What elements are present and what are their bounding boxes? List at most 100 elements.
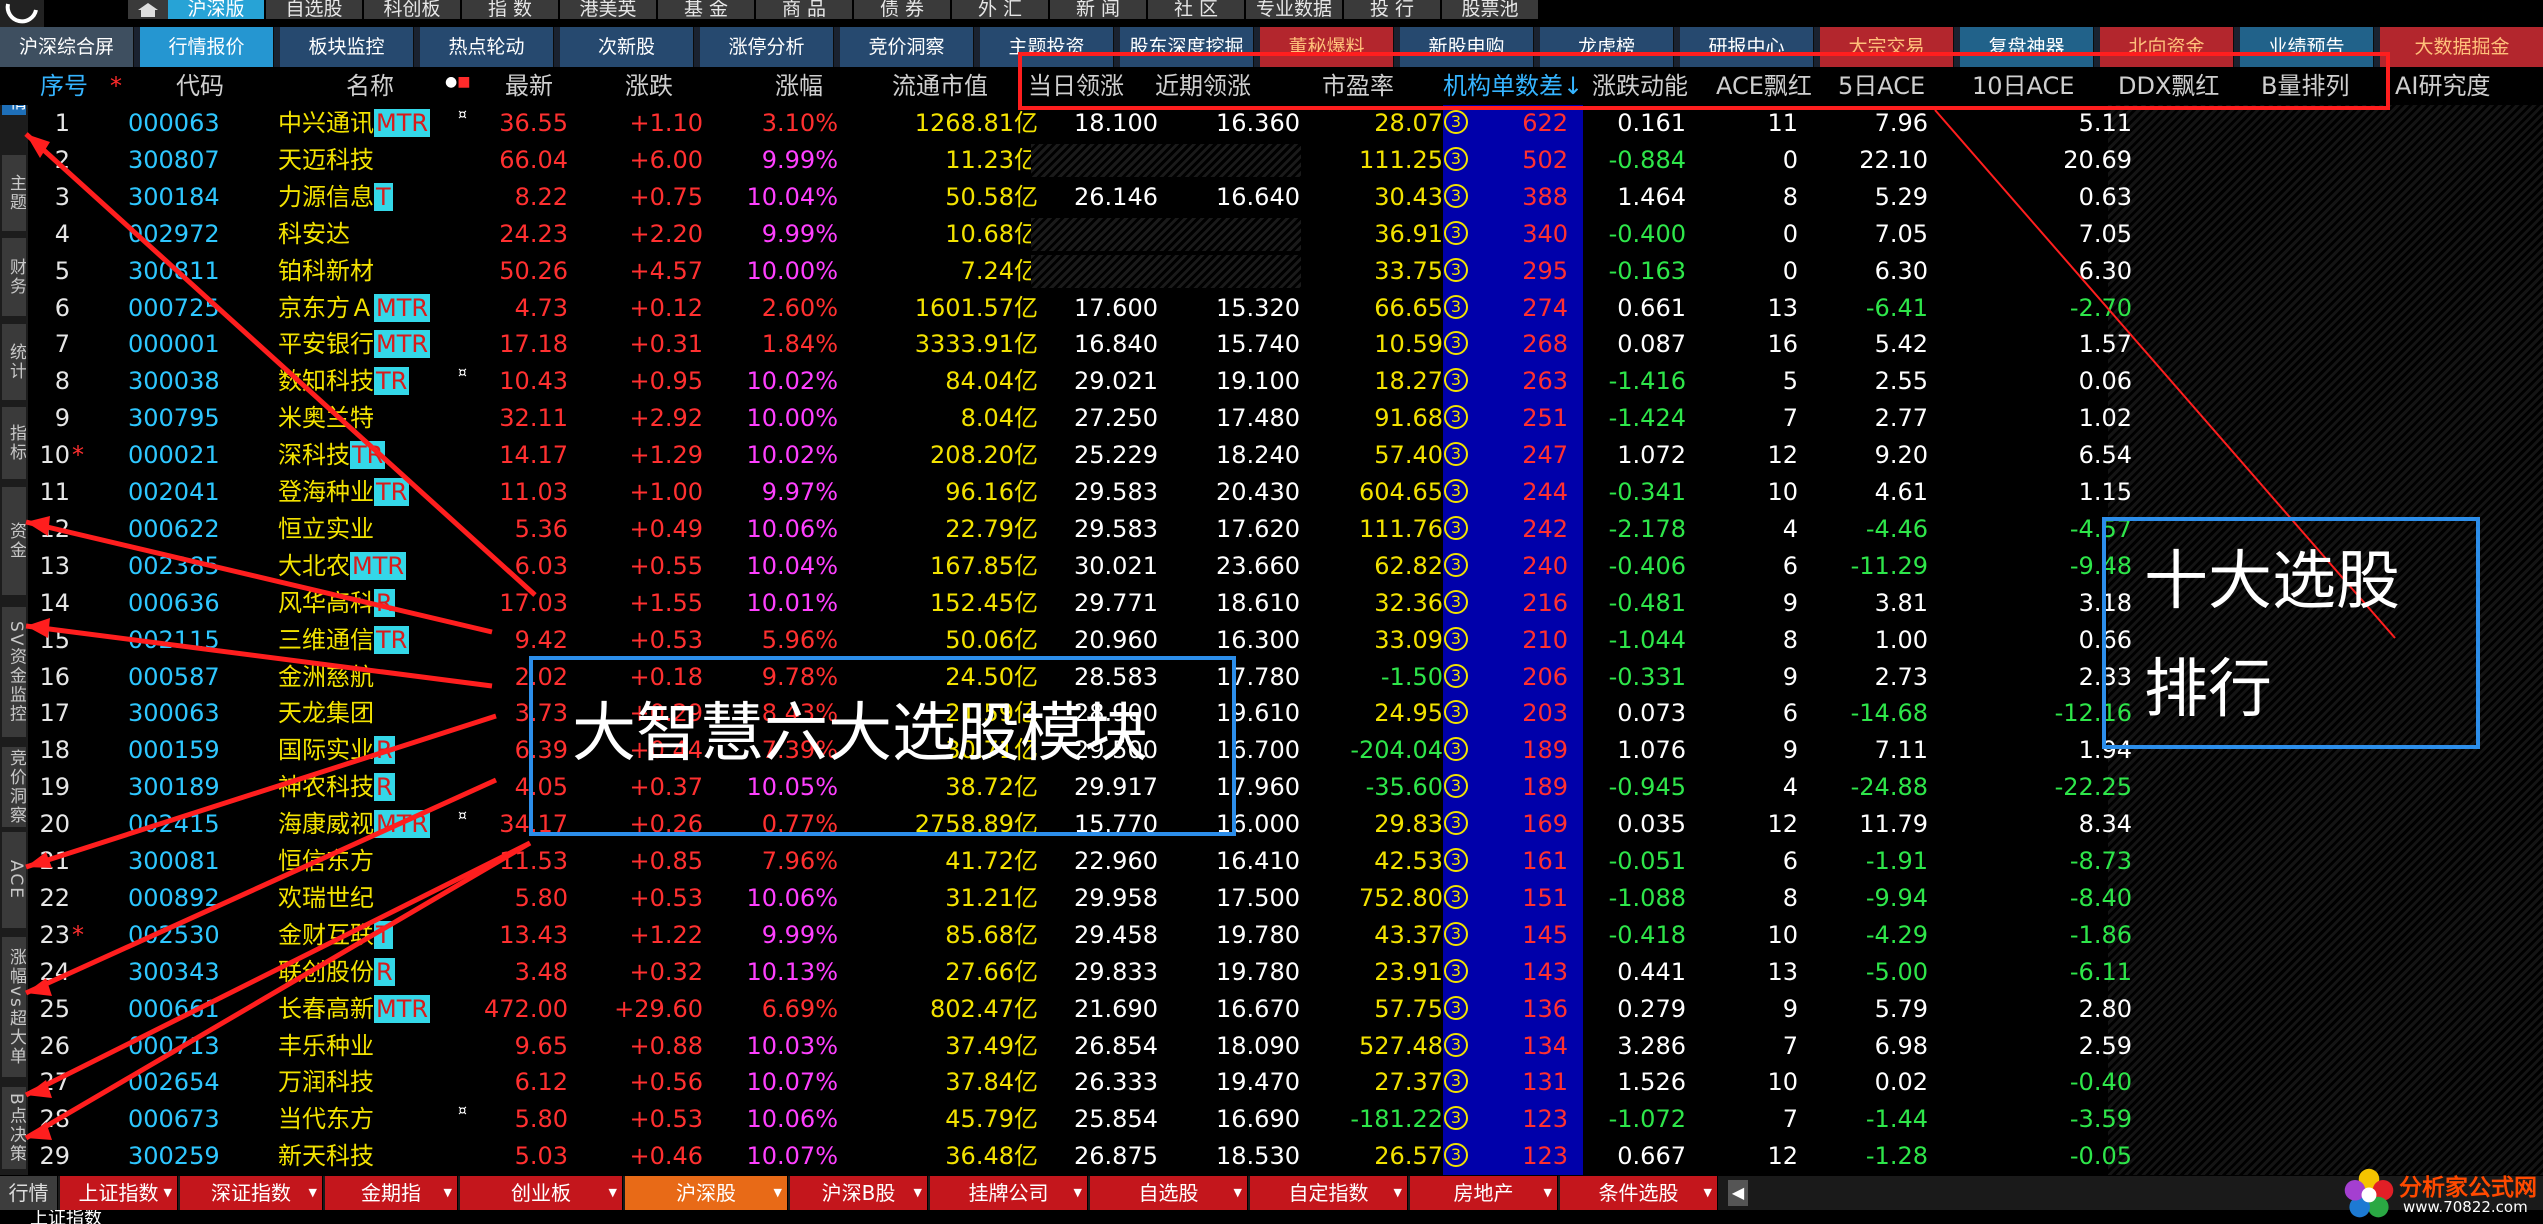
cell-name[interactable]: 风华高科R bbox=[278, 585, 395, 622]
cell-name[interactable]: 丰乐种业 bbox=[278, 1028, 374, 1065]
table-row[interactable]: 28 000673 当代东方 ¤ 5.80 +0.53 10.06% 45.79亿 25.854… bbox=[28, 1101, 2543, 1138]
side-tab[interactable]: 涨幅vs超大单 bbox=[2, 937, 26, 1077]
side-tab[interactable]: 统计 bbox=[2, 324, 26, 400]
table-row[interactable]: 6 000725 京东方ＡMTR 4.73 +0.12 2.60% 1601.57亿 17.6… bbox=[28, 290, 2543, 327]
cell-name[interactable]: 米奥兰特 bbox=[278, 400, 374, 437]
top-nav-item[interactable]: 基 金 bbox=[658, 0, 755, 19]
top-nav-item[interactable]: 指 数 bbox=[462, 0, 559, 19]
top-nav-item[interactable]: 社 区 bbox=[1148, 0, 1245, 19]
col-ai-research[interactable]: AI研究度 bbox=[2395, 67, 2491, 105]
table-row[interactable]: 27 002654 万润科技 6.12 +0.56 10.07% 37.84亿 26.333 1… bbox=[28, 1064, 2543, 1101]
side-tab[interactable]: 资金 bbox=[2, 487, 26, 595]
table-row[interactable]: 20 002415 海康威视MTR ¤ 34.17 +0.26 0.77% 2758.89亿 1… bbox=[28, 806, 2543, 843]
table-row[interactable]: 26 000713 丰乐种业 9.65 +0.88 10.03% 37.49亿 26.854 1… bbox=[28, 1028, 2543, 1065]
bottom-tab[interactable]: 条件选股 bbox=[1560, 1176, 1718, 1210]
top-nav-item[interactable]: 债 券 bbox=[854, 0, 951, 19]
home-icon[interactable] bbox=[128, 0, 168, 19]
cell-name[interactable]: 万润科技 bbox=[278, 1064, 374, 1101]
col-pct[interactable]: 涨幅 bbox=[775, 67, 823, 105]
cell-name[interactable]: 恒立实业 bbox=[278, 511, 374, 548]
bottom-tab[interactable]: 深证指数 bbox=[180, 1176, 323, 1210]
table-row[interactable]: 10 * 000021 深科技TR 14.17 +1.29 10.02% 208.20亿 25.… bbox=[28, 437, 2543, 474]
cell-name[interactable]: 金洲慈航 bbox=[278, 659, 374, 696]
cell-name[interactable]: 神农科技R bbox=[278, 769, 395, 806]
table-row[interactable]: 21 300081 恒信东方 11.53 +0.85 7.96% 41.72亿 22.960 1… bbox=[28, 843, 2543, 880]
top-nav-item[interactable]: 股票池 bbox=[1442, 0, 1539, 19]
main-nav-tab[interactable]: 竞价洞察 bbox=[840, 27, 974, 67]
side-tab[interactable]: ACE bbox=[2, 832, 26, 928]
table-row[interactable]: 29 300259 新天科技 5.03 +0.46 10.07% 36.48亿 26.875 1… bbox=[28, 1138, 2543, 1175]
top-nav-item[interactable]: 沪深版 bbox=[168, 0, 265, 19]
cell-name[interactable]: 天迈科技 bbox=[278, 142, 374, 179]
side-tab[interactable]: 主题 bbox=[2, 155, 26, 231]
table-row[interactable]: 24 300343 联创股份R 3.48 +0.32 10.13% 27.66亿 29.833… bbox=[28, 954, 2543, 991]
cell-name[interactable]: 当代东方 bbox=[278, 1101, 374, 1138]
main-nav-tab[interactable]: 热点轮动 bbox=[420, 27, 554, 67]
cell-name[interactable]: 深科技TR bbox=[278, 437, 386, 474]
main-nav-tab[interactable]: 大数据掘金 bbox=[2380, 27, 2543, 67]
cell-name[interactable]: 中兴通讯MTR bbox=[278, 105, 431, 142]
cell-name[interactable]: 数知科技TR bbox=[278, 363, 410, 400]
col-code[interactable]: 代码 bbox=[176, 67, 224, 105]
cell-name[interactable]: 新天科技 bbox=[278, 1138, 374, 1175]
cell-name[interactable]: 大北农MTR bbox=[278, 548, 407, 585]
cell-name[interactable]: 铂科新材 bbox=[278, 253, 374, 290]
cell-name[interactable]: 国际实业R bbox=[278, 732, 395, 769]
cell-name[interactable]: 联创股份R bbox=[278, 954, 395, 991]
table-row[interactable]: 23 * 002530 金财互联T 13.43 +1.22 9.99% 85.68亿 29.45… bbox=[28, 917, 2543, 954]
table-row[interactable]: 4 002972 科安达 24.23 +2.20 9.99% 10.68亿 36.91 3 340… bbox=[28, 216, 2543, 253]
bottom-tab[interactable]: 房地产 bbox=[1410, 1176, 1558, 1210]
table-row[interactable]: 8 300038 数知科技TR ¤ 10.43 +0.95 10.02% 84.04亿 29.0… bbox=[28, 363, 2543, 400]
col-chg[interactable]: 涨跌 bbox=[625, 67, 673, 105]
bottom-tab[interactable]: 自定指数 bbox=[1250, 1176, 1408, 1210]
cell-name[interactable]: 三维通信TR bbox=[278, 622, 410, 659]
cell-name[interactable]: 金财互联T bbox=[278, 917, 393, 954]
table-row[interactable]: 19 300189 神农科技R 4.05 +0.37 10.05% 38.72亿 29.917… bbox=[28, 769, 2543, 806]
col-no[interactable]: 序号 bbox=[40, 67, 88, 105]
table-row[interactable]: 9 300795 米奥兰特 32.11 +2.92 10.00% 8.04亿 27.250 17… bbox=[28, 400, 2543, 437]
cell-name[interactable]: 欢瑞世纪 bbox=[278, 880, 374, 917]
bottom-tab[interactable]: 上证指数 bbox=[60, 1176, 178, 1210]
cell-name[interactable]: 长春高新MTR bbox=[278, 991, 431, 1028]
main-nav-tab[interactable]: 沪深综合屏 bbox=[0, 27, 134, 67]
bottom-tab[interactable]: 沪深B股 bbox=[790, 1176, 928, 1210]
bottom-tab[interactable]: 金期指 bbox=[325, 1176, 458, 1210]
top-nav-item[interactable]: 新 闻 bbox=[1050, 0, 1147, 19]
cell-name[interactable]: 科安达 bbox=[278, 216, 350, 253]
side-tab[interactable]: 财务 bbox=[2, 238, 26, 316]
side-tab[interactable]: 竞价洞察 bbox=[2, 747, 26, 827]
main-nav-tab[interactable]: 板块监控 bbox=[280, 27, 414, 67]
cell-name[interactable]: 恒信东方 bbox=[278, 843, 374, 880]
col-mcap[interactable]: 流通市值 bbox=[892, 67, 988, 105]
bottom-tab[interactable]: 挂牌公司 bbox=[930, 1176, 1088, 1210]
bottom-tab[interactable]: 创业板 bbox=[460, 1176, 623, 1210]
scroll-left-icon[interactable]: ◀ bbox=[1728, 1180, 1748, 1206]
table-row[interactable]: 25 000661 长春高新MTR 472.00 +29.60 6.69% 802.47亿 2… bbox=[28, 991, 2543, 1028]
cell-name[interactable]: 登海种业TR bbox=[278, 474, 410, 511]
table-row[interactable]: 3 300184 力源信息T 8.22 +0.75 10.04% 50.58亿 26.146 1… bbox=[28, 179, 2543, 216]
col-star[interactable]: * bbox=[110, 67, 122, 105]
cell-name[interactable]: 平安银行MTR bbox=[278, 326, 431, 363]
col-name[interactable]: 名称 bbox=[346, 67, 394, 105]
cell-name[interactable]: 力源信息T bbox=[278, 179, 393, 216]
top-nav-item[interactable]: 商 品 bbox=[756, 0, 853, 19]
bottom-tab[interactable]: 行情 bbox=[0, 1176, 58, 1210]
bottom-tab[interactable]: 自选股 bbox=[1090, 1176, 1248, 1210]
table-row[interactable]: 2 300807 天迈科技 66.04 +6.00 9.99% 11.23亿 111.25 3 5… bbox=[28, 142, 2543, 179]
top-nav-item[interactable]: 投 行 bbox=[1344, 0, 1441, 19]
top-nav-item[interactable]: 专业数据 bbox=[1246, 0, 1343, 19]
table-row[interactable]: 11 002041 登海种业TR 11.03 +1.00 9.97% 96.16亿 29.58… bbox=[28, 474, 2543, 511]
table-row[interactable]: 22 000892 欢瑞世纪 5.80 +0.53 10.06% 31.21亿 29.958 1… bbox=[28, 880, 2543, 917]
main-nav-tab[interactable]: 涨停分析 bbox=[700, 27, 834, 67]
cell-name[interactable]: 京东方ＡMTR bbox=[278, 290, 431, 327]
top-nav-item[interactable]: 外 汇 bbox=[952, 0, 1049, 19]
cell-name[interactable]: 海康威视MTR bbox=[278, 806, 431, 843]
app-logo-icon[interactable] bbox=[0, 0, 44, 30]
side-tab[interactable]: B点决策 bbox=[2, 1087, 26, 1169]
main-nav-tab[interactable]: 行情报价 bbox=[140, 27, 274, 67]
top-nav-item[interactable]: 科创板 bbox=[364, 0, 461, 19]
main-nav-tab[interactable]: 次新股 bbox=[560, 27, 694, 67]
table-row[interactable]: 1 000063 中兴通讯MTR ¤ 36.55 +1.10 3.10% 1268.81亿 18… bbox=[28, 105, 2543, 142]
side-tab[interactable]: 指标 bbox=[2, 407, 26, 479]
col-last[interactable]: 最新 bbox=[505, 67, 553, 105]
